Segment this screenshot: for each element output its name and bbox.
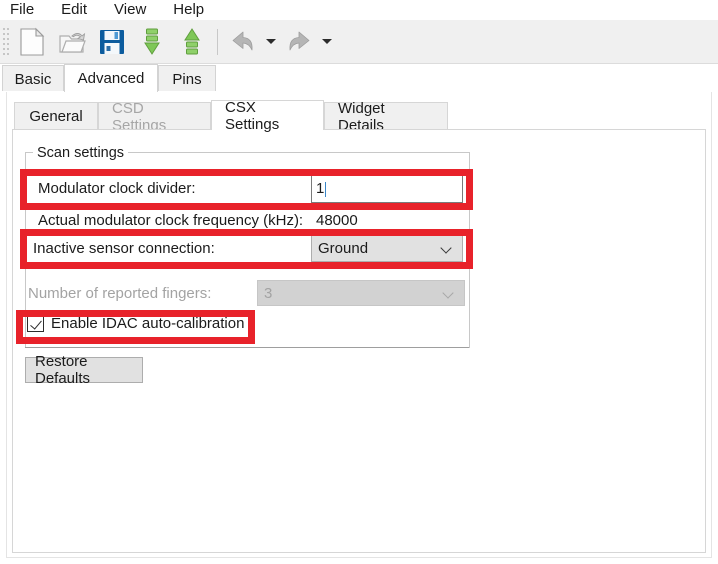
tab-advanced[interactable]: Advanced bbox=[64, 64, 158, 92]
new-document-icon bbox=[20, 27, 45, 56]
menu-view[interactable]: View bbox=[114, 0, 157, 20]
open-folder-icon bbox=[59, 32, 86, 53]
menu-file[interactable]: File bbox=[10, 0, 45, 20]
chevron-down-icon bbox=[322, 39, 332, 44]
redo-icon bbox=[289, 31, 310, 50]
undo-dropdown-button[interactable] bbox=[263, 22, 279, 62]
tab-pins[interactable]: Pins bbox=[158, 65, 216, 92]
inactive-sensor-connection-dropdown[interactable]: Ground bbox=[311, 235, 463, 262]
open-file-button[interactable] bbox=[52, 22, 92, 62]
tab-general[interactable]: General bbox=[14, 102, 98, 130]
undo-button[interactable] bbox=[223, 22, 263, 62]
import-down-arrow-icon bbox=[144, 28, 160, 55]
actual-modulator-clock-frequency-value: 48000 bbox=[316, 212, 358, 229]
chevron-down-icon bbox=[442, 243, 453, 254]
menu-bar: File Edit View Help bbox=[0, 0, 718, 20]
inactive-sensor-connection-value: Ground bbox=[318, 240, 369, 257]
restore-defaults-button[interactable]: Restore Defaults bbox=[25, 353, 143, 387]
scan-settings-group-title: Scan settings bbox=[33, 145, 129, 161]
inner-tab-bar: General CSD Settings CSX Settings Widget… bbox=[12, 99, 706, 134]
tab-widget-details[interactable]: Widget Details bbox=[324, 100, 448, 134]
new-document-button[interactable] bbox=[12, 22, 52, 62]
tab-csx-settings[interactable]: CSX Settings bbox=[211, 99, 324, 133]
modulator-clock-divider-input[interactable]: 1 bbox=[311, 175, 463, 203]
modulator-clock-divider-label: Modulator clock divider: bbox=[38, 180, 196, 197]
chevron-down-icon bbox=[444, 288, 455, 299]
chevron-down-icon bbox=[266, 39, 276, 44]
enable-idac-auto-calibration-label: Enable IDAC auto-calibration bbox=[51, 315, 245, 332]
checkmark-icon bbox=[27, 315, 44, 332]
toolbar-separator bbox=[217, 28, 218, 55]
modulator-clock-divider-value: 1 bbox=[316, 180, 325, 197]
export-up-arrow-icon bbox=[184, 27, 200, 54]
redo-dropdown-button[interactable] bbox=[319, 22, 335, 62]
actual-modulator-clock-frequency-label: Actual modulator clock frequency (kHz): bbox=[38, 212, 304, 229]
number-of-reported-fingers-dropdown[interactable]: 3 bbox=[257, 280, 465, 306]
enable-idac-auto-calibration-checkbox[interactable]: Enable IDAC auto-calibration bbox=[27, 315, 244, 332]
main-toolbar bbox=[0, 20, 718, 64]
save-floppy-icon bbox=[100, 29, 124, 54]
text-caret bbox=[325, 181, 327, 197]
number-of-reported-fingers-label: Number of reported fingers: bbox=[28, 285, 212, 302]
export-button[interactable] bbox=[172, 22, 212, 62]
import-button[interactable] bbox=[132, 22, 172, 62]
outer-tab-bar: Basic Advanced Pins bbox=[0, 64, 718, 92]
section-divider bbox=[25, 347, 469, 348]
tab-csd-settings[interactable]: CSD Settings bbox=[98, 100, 211, 134]
inactive-sensor-connection-label: Inactive sensor connection: bbox=[33, 240, 215, 257]
number-of-reported-fingers-value: 3 bbox=[264, 284, 273, 302]
save-button[interactable] bbox=[92, 22, 132, 62]
undo-icon bbox=[232, 31, 253, 50]
toolbar-grip[interactable] bbox=[2, 26, 10, 57]
redo-button[interactable] bbox=[279, 22, 319, 62]
tab-basic[interactable]: Basic bbox=[2, 65, 64, 92]
menu-edit[interactable]: Edit bbox=[61, 0, 98, 20]
menu-help[interactable]: Help bbox=[173, 0, 215, 20]
